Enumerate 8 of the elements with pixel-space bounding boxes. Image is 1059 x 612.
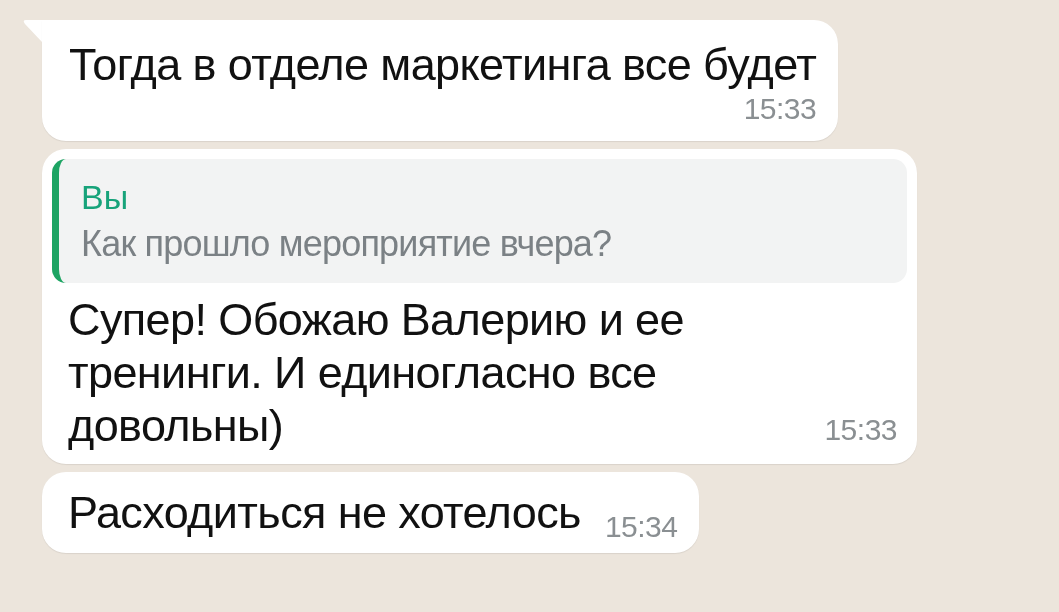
timestamp: 15:33	[824, 412, 897, 448]
message-text: Тогда в отделе маркетинга все будет	[69, 38, 817, 91]
timestamp: 15:34	[604, 509, 678, 545]
message-text: Расходиться не хотелось	[68, 486, 581, 539]
quote-text: Как прошло мероприятие вчера?	[81, 222, 613, 266]
message-text: Супер! Обожаю Валерию и ее тренинги. И единогласно все довольны)	[68, 293, 685, 452]
timestamp: 15:33	[743, 91, 817, 127]
quote-author: Вы	[81, 177, 130, 218]
